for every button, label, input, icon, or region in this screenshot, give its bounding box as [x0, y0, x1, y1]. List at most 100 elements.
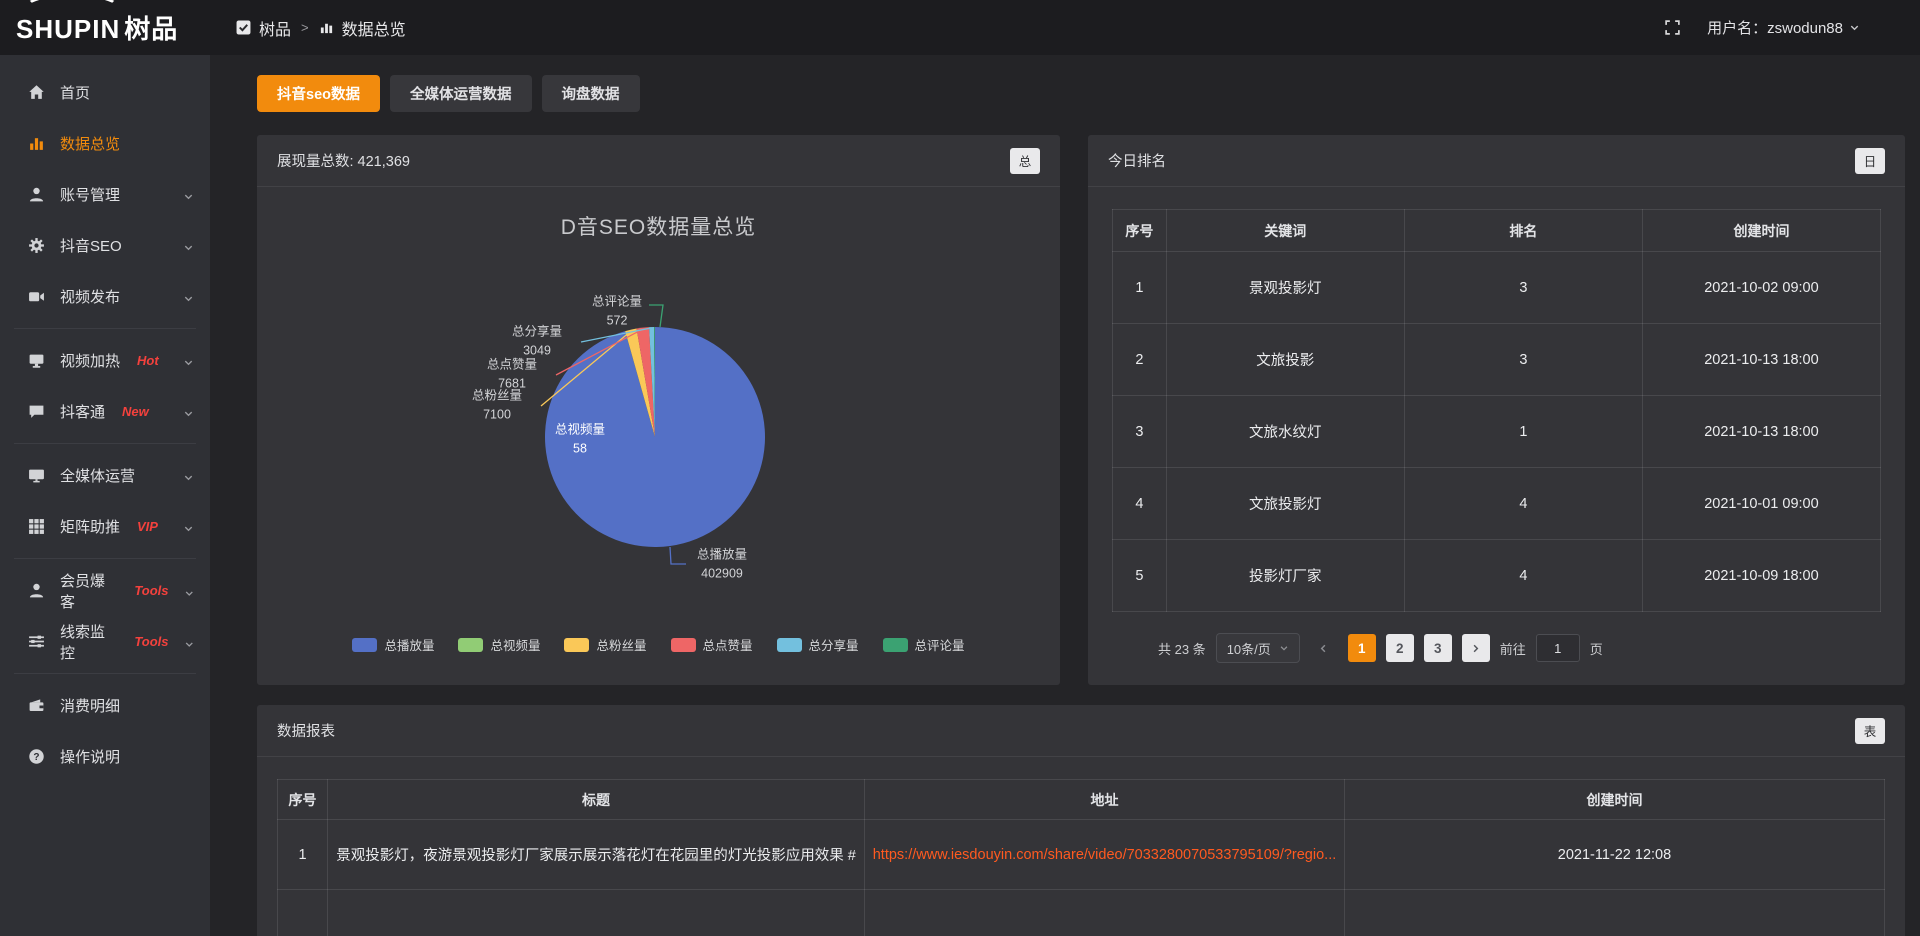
fullscreen-icon[interactable] [1664, 19, 1681, 36]
rank-cell-keyword: 投影灯厂家 [1166, 540, 1404, 612]
sidebar-item-label: 首页 [60, 82, 90, 103]
rank-table-row: 1景观投影灯32021-10-02 09:00 [1113, 252, 1881, 324]
screen-icon [28, 352, 45, 369]
rank-table-row: 5投影灯厂家42021-10-09 18:00 [1113, 540, 1881, 612]
sidebar-item-matrix-boost[interactable]: 矩阵助推VIP [0, 501, 210, 552]
sidebar-divider [14, 328, 196, 329]
sidebar-divider [14, 443, 196, 444]
rank-cell-keyword: 文旅投影 [1166, 324, 1404, 396]
breadcrumb: 树品 > 数据总览 [236, 16, 406, 40]
legend-label: 总粉丝量 [596, 635, 646, 654]
sidebar-item-label: 账号管理 [60, 184, 120, 205]
table-view-button[interactable]: 表 [1855, 718, 1885, 744]
ranking-panel-title: 今日排名 [1108, 150, 1166, 171]
chevron-down-icon [183, 240, 194, 251]
brand-logo[interactable]: SHUPIN树品 [0, 9, 210, 46]
sliders-icon [28, 633, 45, 650]
user-icon [28, 582, 45, 599]
tab-inquiry-data[interactable]: 询盘数据 [542, 75, 640, 112]
sidebar-item-label: 视频发布 [60, 286, 120, 307]
page-button-3[interactable]: 3 [1424, 634, 1452, 662]
breadcrumb-separator: > [301, 20, 309, 35]
page-button-1[interactable]: 1 [1348, 634, 1376, 662]
sidebar-item-account-manage[interactable]: 账号管理 [0, 169, 210, 220]
tab-media-operate-data[interactable]: 全媒体运营数据 [390, 75, 532, 112]
sidebar-item-media-operate[interactable]: 全媒体运营 [0, 450, 210, 501]
badge-new: New [122, 404, 149, 419]
report-cell-title [328, 890, 865, 936]
logo-text-cn: 树品 [124, 14, 178, 44]
sidebar-divider [14, 558, 196, 559]
legend-label: 总视频量 [490, 635, 540, 654]
rank-table-row: 2文旅投影32021-10-13 18:00 [1113, 324, 1881, 396]
legend-item-总视频量[interactable]: 总视频量 [458, 635, 540, 654]
sidebar-item-operate-guide[interactable]: ?操作说明 [0, 731, 210, 782]
legend-swatch [777, 638, 802, 652]
chevron-down-icon [183, 355, 194, 366]
pagination-total: 共 23 条 [1158, 639, 1206, 658]
pie-label-总分享量: 总分享量3049 [512, 322, 562, 360]
rank-column-header: 序号 [1113, 210, 1167, 252]
breadcrumb-current[interactable]: 数据总览 [342, 16, 406, 40]
sidebar-item-home[interactable]: 首页 [0, 67, 210, 118]
rank-cell-created: 2021-10-09 18:00 [1642, 540, 1880, 612]
report-cell-title: 景观投影灯，夜游景观投影灯厂家展示展示落花灯在花园里的灯光投影应用效果 # [328, 820, 865, 890]
goto-suffix: 页 [1590, 639, 1603, 658]
sidebar-item-member-burst[interactable]: 会员爆客Tools [0, 565, 210, 616]
total-view-button[interactable]: 总 [1010, 148, 1040, 174]
legend-item-总分享量[interactable]: 总分享量 [777, 635, 859, 654]
day-view-button[interactable]: 日 [1855, 148, 1885, 174]
legend-label: 总评论量 [915, 635, 965, 654]
data-source-tabs: 抖音seo数据全媒体运营数据询盘数据 [257, 75, 640, 112]
report-cell-url: https://www.iesdouyin.com/share/video/70… [865, 820, 1345, 890]
sidebar-item-video-heat[interactable]: 视频加热Hot [0, 335, 210, 386]
legend-item-总播放量[interactable]: 总播放量 [352, 635, 434, 654]
report-cell-index [278, 890, 328, 936]
report-column-header: 标题 [328, 780, 865, 820]
sidebar-item-video-publish[interactable]: 视频发布 [0, 271, 210, 322]
sidebar-nav: 首页数据总览账号管理抖音SEO 视频发布视频加热Hot抖客通New 全媒体运营矩阵助… [0, 55, 210, 936]
rank-cell-rank: 3 [1404, 324, 1642, 396]
tab-douyin-seo-data[interactable]: 抖音seo数据 [257, 75, 380, 112]
legend-item-总评论量[interactable]: 总评论量 [883, 635, 965, 654]
sidebar-item-consume-detail[interactable]: 消费明细 [0, 680, 210, 731]
sidebar-item-label: 消费明细 [60, 695, 120, 716]
breadcrumb-root[interactable]: 树品 [259, 16, 291, 40]
page-button-2[interactable]: 2 [1386, 634, 1414, 662]
goto-page-input[interactable] [1536, 634, 1580, 662]
pie-label-line [649, 305, 663, 327]
chevron-down-icon [183, 406, 194, 417]
legend-item-总粉丝量[interactable]: 总粉丝量 [564, 635, 646, 654]
chat-icon [28, 403, 45, 420]
rank-cell-keyword: 文旅投影灯 [1166, 468, 1404, 540]
pie-chart [257, 187, 1060, 685]
prev-page-button[interactable] [1310, 634, 1338, 662]
rank-column-header: 创建时间 [1642, 210, 1880, 252]
next-page-button[interactable] [1462, 634, 1490, 662]
chart-icon [28, 135, 45, 152]
pie-label-总播放量: 总播放量402909 [697, 545, 747, 583]
sidebar-item-douyin-seo[interactable]: 抖音SEO [0, 220, 210, 271]
rank-cell-rank: 1 [1404, 396, 1642, 468]
wallet-icon [28, 697, 45, 714]
page-size-select[interactable]: 10条/页 [1216, 633, 1300, 663]
rank-cell-keyword: 景观投影灯 [1166, 252, 1404, 324]
video-link[interactable]: https://www.iesdouyin.com/share/video/70… [873, 847, 1337, 863]
badge-tools: Tools [134, 634, 168, 649]
goto-label: 前往 [1500, 639, 1526, 658]
legend-label: 总播放量 [384, 635, 434, 654]
legend-swatch [564, 638, 589, 652]
report-column-header: 序号 [278, 780, 328, 820]
legend-item-总点赞量[interactable]: 总点赞量 [671, 635, 753, 654]
legend-swatch [352, 638, 377, 652]
sidebar-item-clue-monitor[interactable]: 线索监控Tools [0, 616, 210, 667]
badge-tools: Tools [134, 583, 168, 598]
user-menu[interactable]: 用户名：zswodun88 [1707, 17, 1860, 38]
sidebar-item-label: 操作说明 [60, 746, 120, 767]
sidebar-item-douketong[interactable]: 抖客通New [0, 386, 210, 437]
report-table-row: 1景观投影灯，夜游景观投影灯厂家展示展示落花灯在花园里的灯光投影应用效果 #ht… [278, 820, 1885, 890]
rank-cell-rank: 4 [1404, 540, 1642, 612]
sidebar-item-data-overview[interactable]: 数据总览 [0, 118, 210, 169]
report-cell-created: 2021-11-22 12:08 [1345, 820, 1885, 890]
today-ranking-panel: 今日排名 日 序号关键词排名创建时间 1景观投影灯32021-10-02 09:… [1088, 135, 1905, 685]
